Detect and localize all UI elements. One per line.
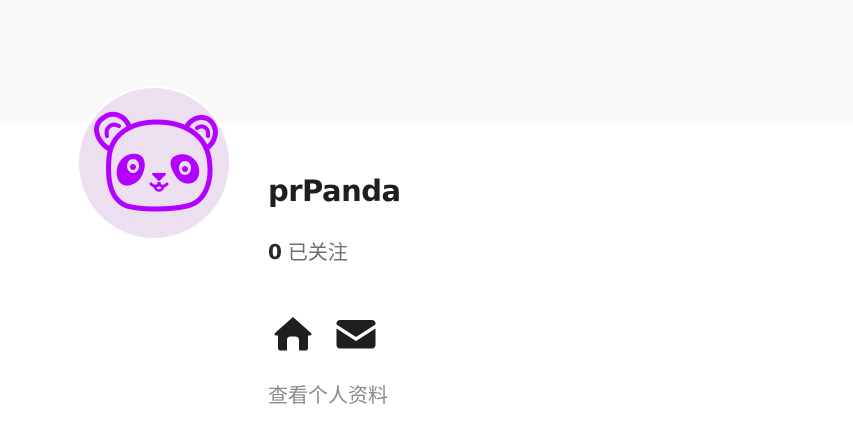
message-button[interactable] — [335, 313, 377, 355]
envelope-icon — [336, 320, 376, 349]
panda-face-icon — [79, 88, 229, 238]
following-label: 已关注 — [287, 240, 348, 264]
following-stat[interactable]: 0 已关注 — [268, 238, 348, 266]
home-icon — [274, 317, 312, 351]
profile-username: prPanda — [268, 174, 401, 208]
following-count: 0 — [268, 240, 282, 264]
home-button[interactable] — [272, 313, 314, 355]
avatar[interactable] — [77, 86, 231, 240]
view-profile-link[interactable]: 查看个人资料 — [268, 381, 388, 409]
